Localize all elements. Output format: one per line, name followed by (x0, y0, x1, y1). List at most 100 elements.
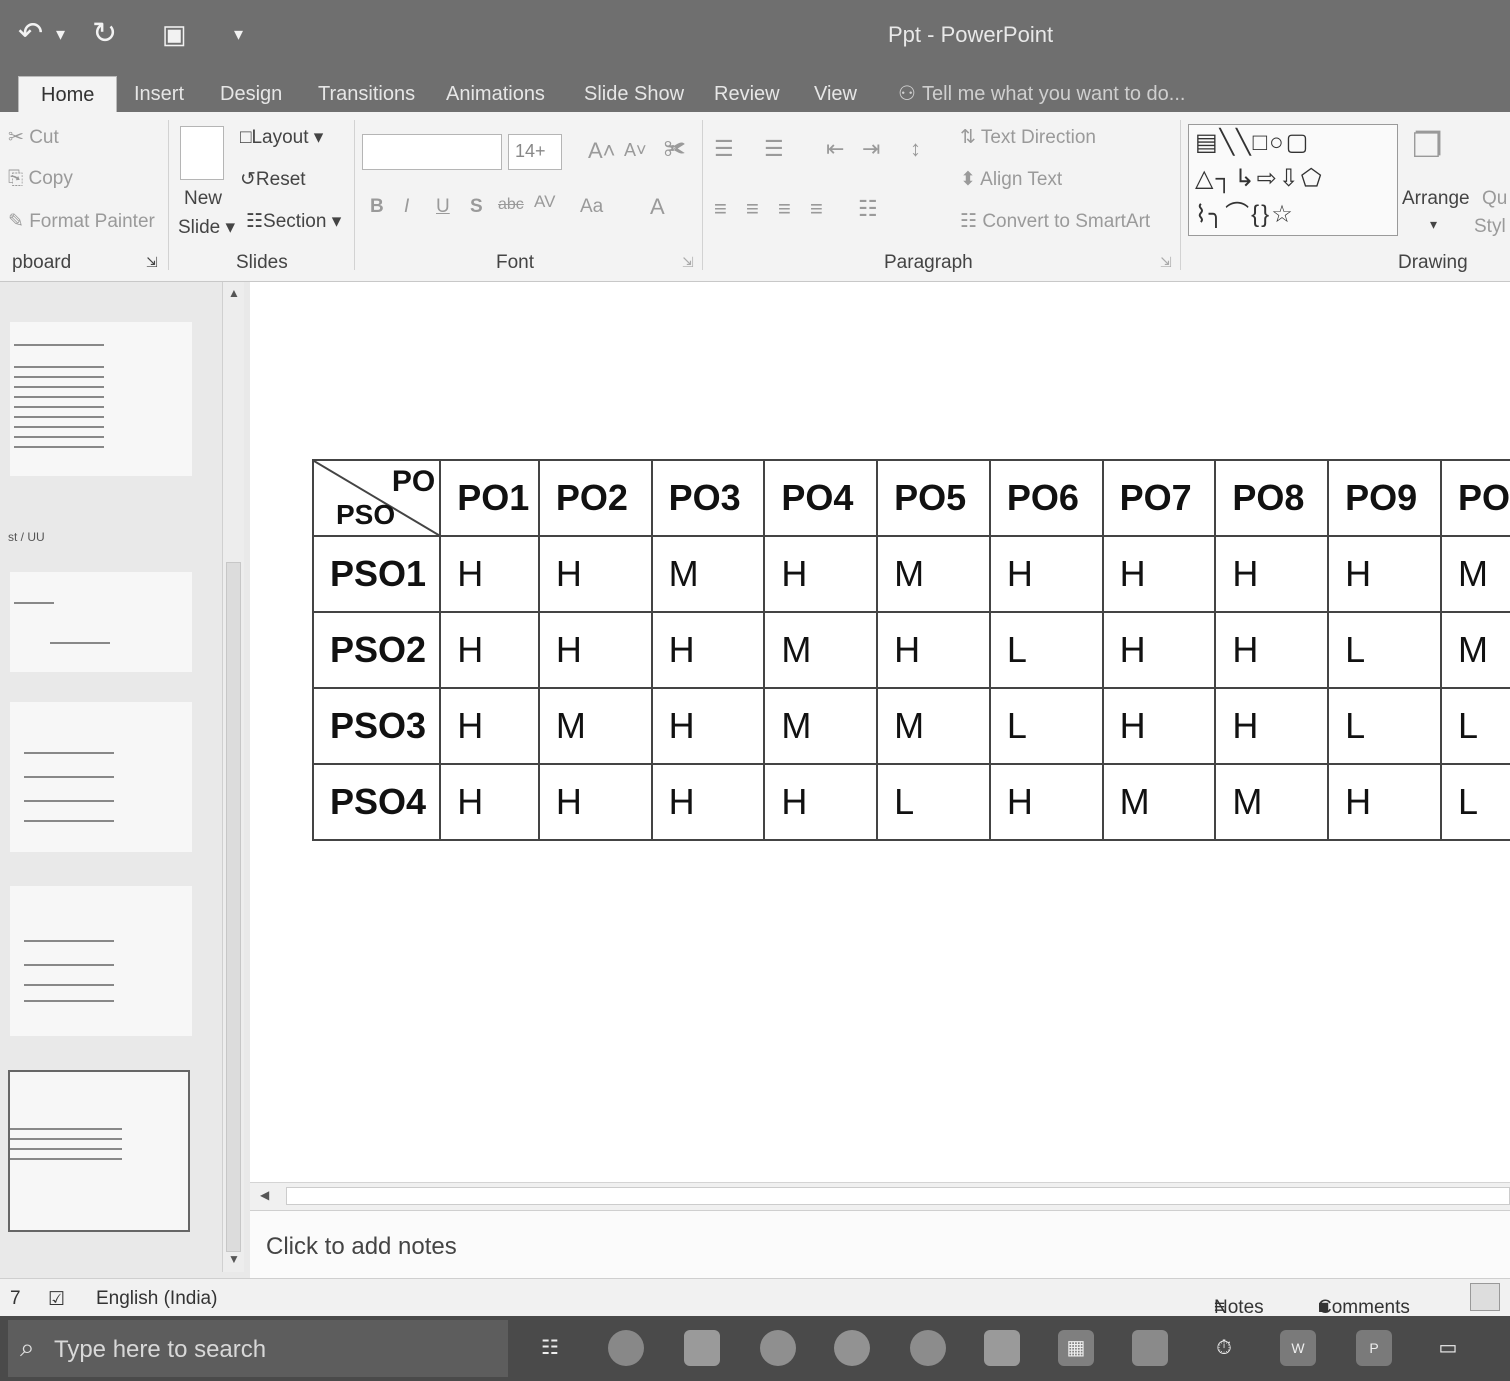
tab-slide-show[interactable]: Slide Show (584, 76, 684, 112)
align-text-button[interactable]: ⬍ Align Text (960, 168, 1062, 191)
opera-icon[interactable] (760, 1330, 796, 1366)
slide-thumbnail[interactable] (10, 702, 192, 852)
redo-icon[interactable]: ↻ (92, 16, 117, 52)
tab-transitions[interactable]: Transitions (318, 76, 415, 112)
notes-placeholder[interactable]: Click to add notes (266, 1233, 457, 1261)
slide-thumbnail[interactable] (10, 886, 192, 1036)
table-cell[interactable]: L (1439, 763, 1510, 841)
table-cell[interactable]: H (876, 611, 991, 689)
undo-icon[interactable]: ↶ (18, 16, 43, 52)
file-explorer-icon[interactable] (684, 1330, 720, 1366)
table-cell[interactable]: M (1439, 535, 1510, 613)
arrange-button[interactable]: Arrange (1402, 188, 1470, 210)
table-cell[interactable]: H (988, 763, 1104, 841)
new-slide-icon[interactable] (180, 126, 224, 180)
table-cell[interactable]: H (1327, 535, 1442, 613)
slideshow-start-icon[interactable]: ▣ (162, 16, 187, 52)
table-cell[interactable]: H (650, 611, 766, 689)
slide-thumbnail[interactable] (10, 572, 192, 672)
character-spacing-button[interactable]: AV (534, 192, 555, 212)
notes-pane[interactable]: Click to add notes (250, 1210, 1510, 1278)
table-cell[interactable]: H (1214, 611, 1330, 689)
convert-smartart-button[interactable]: ☷ Convert to SmartArt (960, 210, 1150, 233)
italic-button[interactable]: I (404, 196, 409, 218)
font-launcher-icon[interactable]: ⇲ (682, 254, 694, 271)
columns-icon[interactable]: ☷ (858, 196, 878, 222)
table-cell[interactable]: H (1214, 535, 1330, 613)
section-button[interactable]: ☷Section ▾ (246, 210, 341, 233)
language-indicator[interactable]: English (India) (96, 1288, 217, 1310)
table-cell[interactable]: H (439, 763, 540, 841)
font-name-input[interactable] (362, 134, 502, 170)
arrange-dropdown-icon[interactable]: ▾ (1430, 216, 1437, 233)
calculator-icon[interactable]: ▦ (1058, 1330, 1094, 1366)
scroll-down-icon[interactable]: ▼ (228, 1252, 240, 1266)
tab-home[interactable]: Home (18, 76, 118, 112)
new-slide-button[interactable]: New (184, 188, 222, 210)
font-size-input[interactable]: 14+ (508, 134, 562, 170)
font-color-button[interactable]: A (650, 194, 665, 220)
spellcheck-icon[interactable]: ☑ (48, 1288, 65, 1311)
task-view-icon[interactable]: ☷ (532, 1330, 568, 1366)
shrink-font-icon[interactable]: A˅ (624, 140, 647, 161)
bullets-icon[interactable]: ☰ (714, 136, 734, 162)
edge-icon[interactable] (834, 1330, 870, 1366)
table-cell[interactable]: H (537, 535, 653, 613)
slide-thumbnail[interactable] (10, 322, 192, 476)
justify-icon[interactable]: ≡ (810, 196, 823, 222)
table-cell[interactable]: M (876, 535, 991, 613)
align-right-icon[interactable]: ≡ (778, 196, 791, 222)
tab-view[interactable]: View (814, 76, 857, 112)
table-cell[interactable]: L (1439, 687, 1510, 765)
layout-button[interactable]: □Layout ▾ (240, 126, 323, 149)
scrollbar-thumb[interactable] (226, 562, 241, 1252)
table-cell[interactable]: M (1214, 763, 1330, 841)
normal-view-icon[interactable] (1470, 1283, 1500, 1311)
powerpoint-icon[interactable]: P (1356, 1330, 1392, 1366)
align-center-icon[interactable]: ≡ (746, 196, 759, 222)
table-cell[interactable]: H (763, 763, 879, 841)
clear-formatting-icon[interactable]: ✀ (664, 136, 686, 162)
table-cell[interactable]: M (876, 687, 991, 765)
text-direction-button[interactable]: ⇅ Text Direction (960, 126, 1096, 149)
shadow-button[interactable]: S (470, 196, 483, 218)
undo-dropdown-icon[interactable]: ▾ (56, 16, 65, 52)
table-cell[interactable]: H (537, 763, 653, 841)
word-icon[interactable]: W (1280, 1330, 1316, 1366)
align-left-icon[interactable]: ≡ (714, 196, 727, 222)
table-cell[interactable]: H (650, 763, 766, 841)
notepad-icon[interactable] (1132, 1330, 1168, 1366)
notification-icon[interactable]: ▭ (1430, 1330, 1466, 1366)
tab-design[interactable]: Design (220, 76, 282, 112)
chrome-icon[interactable] (910, 1330, 946, 1366)
table-cell[interactable]: L (876, 763, 991, 841)
table-cell[interactable]: H (988, 535, 1104, 613)
slide-horizontal-scrollbar[interactable]: ◀ (250, 1182, 1510, 1210)
format-painter-button[interactable]: ✎ Format Painter (8, 210, 155, 233)
scroll-left-icon[interactable]: ◀ (260, 1188, 269, 1202)
table-cell[interactable]: H (1101, 535, 1217, 613)
table-cell[interactable]: H (439, 611, 540, 689)
paragraph-launcher-icon[interactable]: ⇲ (1160, 254, 1172, 271)
table-cell[interactable]: L (1327, 611, 1442, 689)
table-cell[interactable]: M (1439, 611, 1510, 689)
scroll-up-icon[interactable]: ▲ (228, 286, 240, 300)
quick-styles-button[interactable]: Qu (1482, 188, 1507, 210)
strikethrough-button[interactable]: abc (498, 196, 524, 214)
photos-icon[interactable] (984, 1330, 1020, 1366)
table-cell[interactable]: H (650, 687, 766, 765)
line-spacing-icon[interactable]: ↕ (910, 136, 921, 162)
table-cell[interactable]: H (537, 611, 653, 689)
clipboard-launcher-icon[interactable]: ⇲ (146, 254, 158, 271)
table-cell[interactable]: H (1101, 611, 1217, 689)
numbering-icon[interactable]: ☰ (764, 136, 784, 162)
firefox-icon[interactable] (608, 1330, 644, 1366)
table-cell[interactable]: H (1327, 763, 1442, 841)
tab-review[interactable]: Review (714, 76, 780, 112)
table-cell[interactable]: M (763, 611, 879, 689)
table-cell[interactable]: H (1214, 687, 1330, 765)
copy-button[interactable]: ⎘ Copy (8, 168, 73, 190)
slide-thumbnail-selected[interactable] (8, 1070, 190, 1232)
arrange-icon[interactable]: ❐ (1412, 126, 1442, 166)
table-cell[interactable]: H (439, 687, 540, 765)
